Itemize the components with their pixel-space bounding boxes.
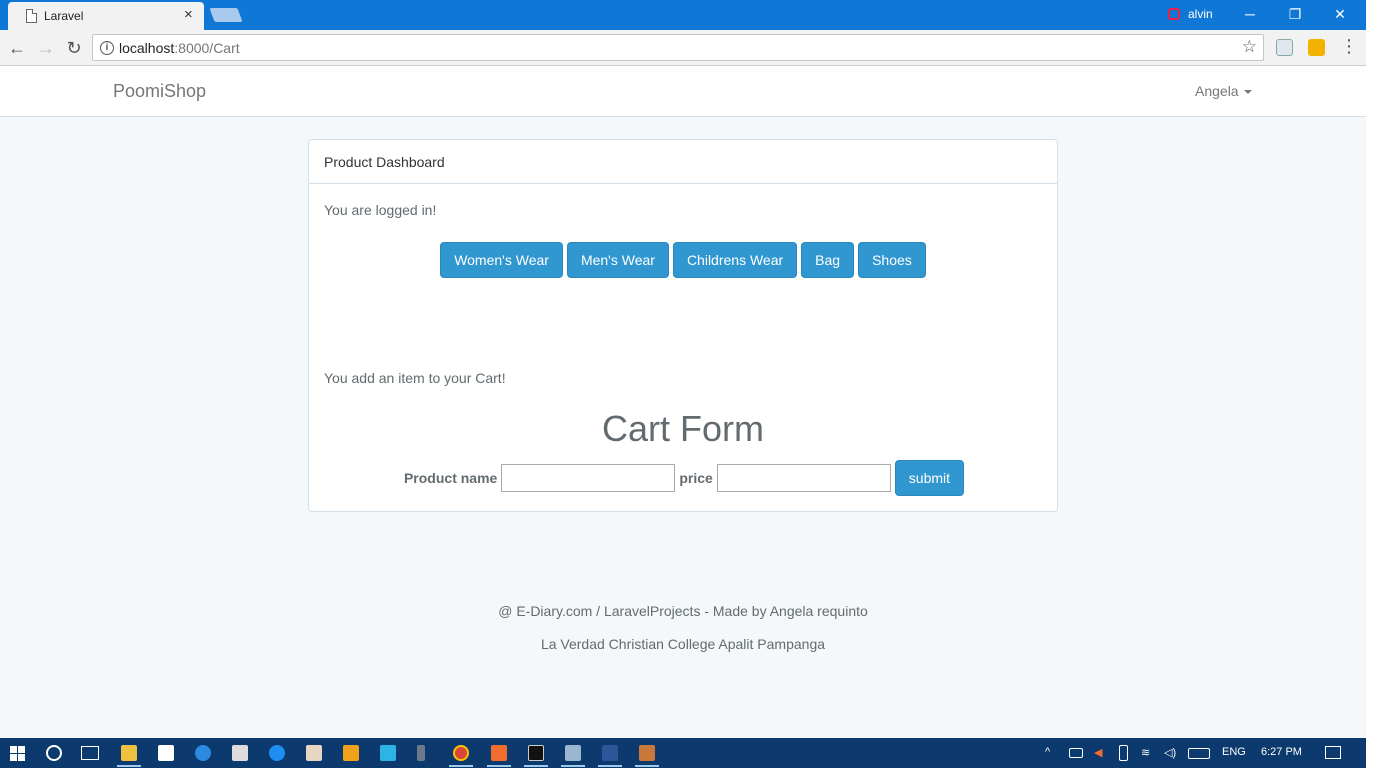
womens-wear-button[interactable]: Women's Wear [440, 242, 563, 278]
word-icon[interactable] [602, 745, 618, 761]
screen: Laravel × alvin ─ ❐ ✕ ← → ↻ i localhost:… [0, 0, 1366, 768]
profile-button[interactable]: alvin [1168, 7, 1213, 21]
volume-icon[interactable]: ◁) [1164, 746, 1176, 759]
category-buttons: Women's Wear Men's Wear Childrens Wear B… [309, 242, 1057, 278]
sound-app-icon[interactable] [417, 745, 425, 761]
running-indicator [561, 765, 585, 767]
back-button[interactable]: ← [6, 37, 28, 59]
tab-title: Laravel [44, 9, 84, 23]
price-label: price [679, 470, 713, 486]
keyboard-icon[interactable] [1188, 748, 1210, 759]
sublime-icon[interactable] [639, 745, 655, 761]
submit-button[interactable]: submit [894, 460, 965, 496]
price-input[interactable] [716, 464, 891, 492]
store-icon[interactable] [158, 745, 174, 761]
product-name-input[interactable] [501, 464, 676, 492]
product-name-label: Product name [403, 470, 498, 486]
brand-link[interactable]: PoomiShop [113, 81, 206, 102]
footer-school: La Verdad Christian College Apalit Pampa… [540, 636, 826, 652]
mens-wear-button[interactable]: Men's Wear [566, 242, 669, 278]
shoes-button[interactable]: Shoes [858, 242, 926, 278]
profile-name: alvin [1188, 7, 1213, 21]
forward-button[interactable]: → [35, 37, 57, 59]
bag-button[interactable]: Bag [801, 242, 855, 278]
url-text[interactable]: localhost:8000/Cart [119, 40, 240, 56]
product-dashboard-panel: Product Dashboard You are logged in! Wom… [308, 139, 1058, 512]
browser-toolbar: ← → ↻ i localhost:8000/Cart ☆ ⋮ [0, 30, 1366, 66]
windows-start-icon[interactable] [10, 746, 25, 761]
clock[interactable]: 6:27 PM [1261, 746, 1302, 758]
browser-titlebar: Laravel × alvin ─ ❐ ✕ [0, 0, 1366, 30]
command-prompt-icon[interactable] [528, 745, 544, 761]
childrens-wear-button[interactable]: Childrens Wear [672, 242, 798, 278]
caret-down-icon [1243, 90, 1252, 95]
chrome-icon[interactable] [453, 745, 469, 761]
new-tab-button[interactable] [209, 8, 243, 22]
xampp-tray-icon[interactable]: ◀ [1094, 746, 1102, 759]
bookmark-star-icon[interactable]: ☆ [1242, 37, 1257, 57]
user-dropdown[interactable]: Angela [1195, 83, 1252, 99]
cart-form: Product name price submit [309, 460, 1057, 496]
running-indicator [524, 765, 548, 767]
reload-button[interactable]: ↻ [63, 37, 85, 59]
running-indicator [635, 765, 659, 767]
extension-icon[interactable] [1276, 39, 1293, 56]
usb-icon[interactable] [1119, 745, 1128, 761]
app-navbar: PoomiShop Angela [0, 66, 1366, 117]
tab-close-button[interactable]: × [184, 6, 193, 24]
footer-credit: @ E-Diary.com / LaravelProjects - Made b… [498, 603, 868, 619]
close-window-button[interactable]: ✕ [1318, 4, 1362, 24]
info-icon[interactable]: i [100, 41, 114, 55]
windows-taskbar: ^ ◀ ≋ ◁) ENG 6:27 PM [0, 738, 1366, 768]
paint-icon[interactable] [306, 745, 322, 761]
minimize-button[interactable]: ─ [1228, 4, 1272, 24]
tray-expand-icon[interactable]: ^ [1045, 746, 1050, 758]
browser-tab[interactable]: Laravel × [8, 2, 204, 30]
messenger-icon[interactable] [269, 745, 285, 761]
screen-edge [1366, 0, 1396, 768]
app-icon[interactable] [565, 745, 581, 761]
file-explorer-icon[interactable] [121, 745, 137, 761]
running-indicator [487, 765, 511, 767]
media-player-icon[interactable] [343, 745, 359, 761]
cart-message: You add an item to your Cart! [324, 370, 506, 386]
address-bar[interactable]: i localhost:8000/Cart ☆ [92, 34, 1264, 61]
cortana-icon[interactable] [46, 745, 62, 761]
browser-menu-icon[interactable]: ⋮ [1340, 36, 1358, 56]
profile-icon [1168, 8, 1180, 20]
edge-icon[interactable] [195, 745, 211, 761]
running-indicator [598, 765, 622, 767]
login-status: You are logged in! [324, 202, 437, 218]
task-view-icon[interactable] [81, 746, 99, 760]
restore-button[interactable]: ❐ [1273, 4, 1317, 24]
running-indicator [449, 765, 473, 767]
cart-form-title: Cart Form [602, 408, 764, 449]
panel-heading: Product Dashboard [309, 140, 1057, 184]
notification-icon[interactable] [1325, 746, 1341, 759]
calculator-icon[interactable] [232, 745, 248, 761]
download-extension-icon[interactable] [1308, 39, 1325, 56]
language-indicator[interactable]: ENG [1222, 746, 1246, 758]
xampp-icon[interactable] [491, 745, 507, 761]
running-indicator [117, 765, 141, 767]
wifi-icon[interactable]: ≋ [1141, 746, 1150, 759]
battery-icon[interactable] [1069, 748, 1083, 758]
user-name: Angela [1195, 83, 1239, 99]
page-icon [26, 9, 37, 23]
alarm-icon[interactable] [380, 745, 396, 761]
